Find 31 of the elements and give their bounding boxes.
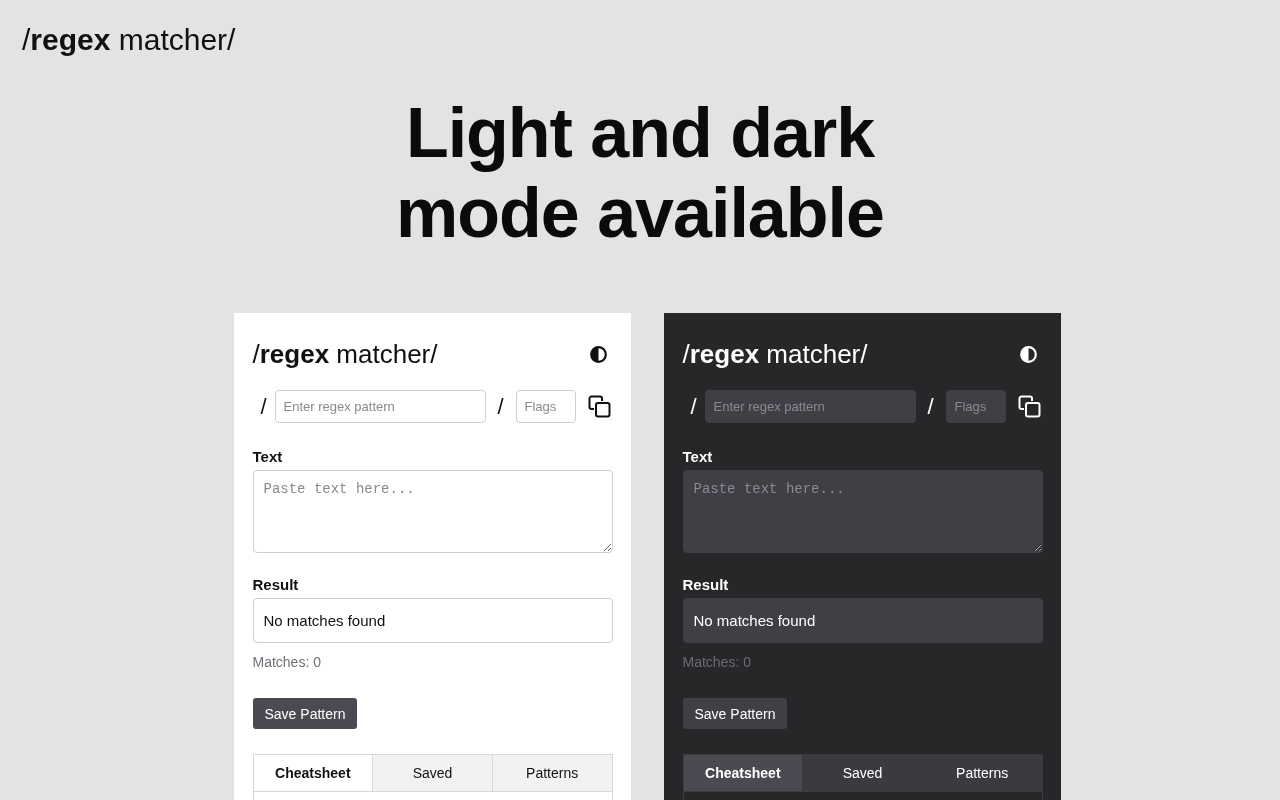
flags-field[interactable]: Flags xyxy=(945,390,1006,423)
save-pattern-button[interactable]: Save Pattern xyxy=(682,698,788,729)
tab[interactable]: Patterns xyxy=(922,755,1042,792)
tab[interactable]: Patterns xyxy=(492,755,612,792)
copy-icon[interactable] xyxy=(1017,395,1041,418)
tab[interactable]: Cheatsheet xyxy=(253,755,374,792)
delimiter: / xyxy=(496,393,505,420)
headline: Light and dark xyxy=(405,93,875,173)
field-label: Result xyxy=(252,576,300,594)
result-box: No matches found xyxy=(682,598,1043,643)
field-label: Text xyxy=(682,448,714,466)
delimiter: / xyxy=(689,393,698,420)
contrast-icon[interactable] xyxy=(589,345,607,363)
tab[interactable]: Saved xyxy=(803,755,923,792)
app-logo: /regex matcher/ xyxy=(252,338,438,371)
match-count: Matches: 0 xyxy=(252,653,322,671)
app-logo: /regex matcher/ xyxy=(22,22,236,58)
pattern-field[interactable]: Enter regex pattern xyxy=(704,390,916,423)
delimiter: / xyxy=(259,393,268,420)
field-label: Result xyxy=(682,576,730,594)
save-pattern-button[interactable]: Save Pattern xyxy=(252,698,358,729)
text-input-area[interactable]: Paste text here... xyxy=(682,470,1043,553)
copy-icon[interactable] xyxy=(587,395,611,418)
result-box: No matches found xyxy=(252,598,613,643)
field-label: Text xyxy=(252,448,284,466)
headline: mode available xyxy=(396,173,884,253)
tab[interactable]: Cheatsheet xyxy=(683,755,804,792)
match-count: Matches: 0 xyxy=(682,653,752,671)
app-logo: /regex matcher/ xyxy=(682,338,868,371)
delimiter: / xyxy=(926,393,935,420)
tab[interactable]: Saved xyxy=(373,755,493,792)
